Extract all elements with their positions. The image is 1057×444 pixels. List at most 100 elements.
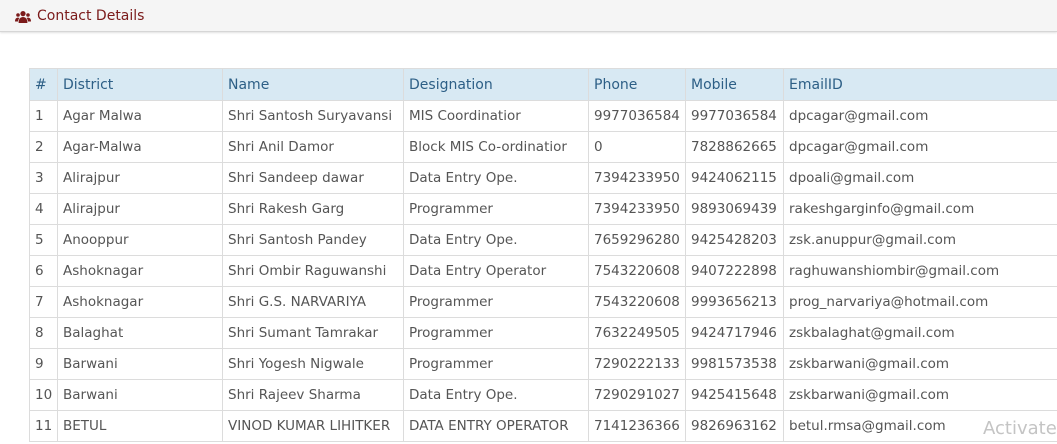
cell-email: zsk.anuppur@gmail.com (783, 224, 1057, 256)
cell-index: 11 (29, 410, 58, 442)
cell-district: Alirajpur (57, 162, 223, 194)
cell-index: 7 (29, 286, 58, 318)
cell-phone: 7543220608 (588, 255, 686, 287)
cell-district: Barwani (57, 379, 223, 411)
cell-mobile: 9981573538 (685, 348, 784, 380)
cell-mobile: 9425428203 (685, 224, 784, 256)
cell-phone: 7632249505 (588, 317, 686, 349)
cell-district: Balaghat (57, 317, 223, 349)
table-row: 8 Balaghat Shri Sumant Tamrakar Programmer 7… (29, 317, 1057, 349)
cell-designation: Block MIS Co-ordinatior (403, 131, 589, 163)
cell-name: Shri Ombir Raguwanshi (222, 255, 404, 287)
cell-index: 2 (29, 131, 58, 163)
cell-designation: Data Entry Ope. (403, 224, 589, 256)
cell-phone: 7290291027 (588, 379, 686, 411)
cell-name: Shri Santosh Suryavansi (222, 100, 404, 132)
table-row: 5 Anooppur Shri Santosh Pandey Data Entry O… (29, 224, 1057, 256)
cell-district: Ashoknagar (57, 286, 223, 318)
cell-district: Alirajpur (57, 193, 223, 225)
cell-name: Shri Yogesh Nigwale (222, 348, 404, 380)
column-header-name: Name (222, 68, 404, 101)
cell-designation: Programmer (403, 193, 589, 225)
panel-title: Contact Details (37, 7, 145, 24)
cell-mobile: 9425415648 (685, 379, 784, 411)
table-row: 6 Ashoknagar Shri Ombir Raguwanshi Data Ent… (29, 255, 1057, 287)
table-row: 3 Alirajpur Shri Sandeep dawar Data Entry O… (29, 162, 1057, 194)
cell-phone: 7141236366 (588, 410, 686, 442)
table-row: 10 Barwani Shri Rajeev Sharma Data Entry Op… (29, 379, 1057, 411)
cell-mobile: 9993656213 (685, 286, 784, 318)
cell-mobile: 7828862665 (685, 131, 784, 163)
cell-index: 6 (29, 255, 58, 287)
cell-email: prog_narvariya@hotmail.com (783, 286, 1057, 318)
column-header-designation: Designation (403, 68, 589, 101)
cell-mobile: 9893069439 (685, 193, 784, 225)
cell-email: dpcagar@gmail.com (783, 100, 1057, 132)
cell-phone: 9977036584 (588, 100, 686, 132)
cell-email: zskbarwani@gmail.com (783, 348, 1057, 380)
cell-phone: 7394233950 (588, 193, 686, 225)
cell-email: raghuwanshiombir@gmail.com (783, 255, 1057, 287)
contact-table-container: # District Name Designation Phone Mobile… (29, 68, 1057, 442)
table-row: 1 Agar Malwa Shri Santosh Suryavansi MIS Co… (29, 100, 1057, 132)
column-header-email: EmailID (783, 68, 1057, 101)
column-header-phone: Phone (588, 68, 686, 101)
cell-designation: DATA ENTRY OPERATOR (403, 410, 589, 442)
cell-designation: MIS Coordinatior (403, 100, 589, 132)
panel-header: Contact Details (0, 0, 1057, 32)
table-row: 11 BETUL VINOD KUMAR LIHITKER DATA ENTRY OP… (29, 410, 1057, 442)
cell-index: 8 (29, 317, 58, 349)
cell-name: Shri Rajeev Sharma (222, 379, 404, 411)
cell-index: 4 (29, 193, 58, 225)
cell-phone: 0 (588, 131, 686, 163)
cell-name: VINOD KUMAR LIHITKER (222, 410, 404, 442)
table-header-row: # District Name Designation Phone Mobile… (29, 68, 1057, 101)
cell-name: Shri G.S. NARVARIYA (222, 286, 404, 318)
cell-designation: Programmer (403, 286, 589, 318)
table-row: 7 Ashoknagar Shri G.S. NARVARIYA Programmer… (29, 286, 1057, 318)
cell-email: rakeshgarginfo@gmail.com (783, 193, 1057, 225)
column-header-index: # (29, 68, 58, 101)
cell-phone: 7659296280 (588, 224, 686, 256)
cell-name: Shri Sumant Tamrakar (222, 317, 404, 349)
cell-index: 1 (29, 100, 58, 132)
cell-index: 9 (29, 348, 58, 380)
column-header-mobile: Mobile (685, 68, 784, 101)
cell-designation: Programmer (403, 348, 589, 380)
cell-designation: Data Entry Operator (403, 255, 589, 287)
cell-email: zskbarwani@gmail.com (783, 379, 1057, 411)
cell-designation: Programmer (403, 317, 589, 349)
cell-district: Ashoknagar (57, 255, 223, 287)
cell-designation: Data Entry Ope. (403, 162, 589, 194)
cell-mobile: 9407222898 (685, 255, 784, 287)
table-body: 1 Agar Malwa Shri Santosh Suryavansi MIS Co… (29, 100, 1057, 442)
cell-mobile: 9977036584 (685, 100, 784, 132)
table-row: 2 Agar-Malwa Shri Anil Damor Block MIS Co-o… (29, 131, 1057, 163)
cell-mobile: 9826963162 (685, 410, 784, 442)
cell-name: Shri Rakesh Garg (222, 193, 404, 225)
column-header-district: District (57, 68, 223, 101)
cell-name: Shri Santosh Pandey (222, 224, 404, 256)
cell-district: Barwani (57, 348, 223, 380)
cell-district: Agar Malwa (57, 100, 223, 132)
cell-email: dpcagar@gmail.com (783, 131, 1057, 163)
cell-phone: 7290222133 (588, 348, 686, 380)
cell-phone: 7394233950 (588, 162, 686, 194)
cell-mobile: 9424717946 (685, 317, 784, 349)
contact-table: # District Name Designation Phone Mobile… (29, 68, 1057, 442)
cell-district: Agar-Malwa (57, 131, 223, 163)
cell-name: Shri Sandeep dawar (222, 162, 404, 194)
cell-designation: Data Entry Ope. (403, 379, 589, 411)
cell-district: BETUL (57, 410, 223, 442)
cell-phone: 7543220608 (588, 286, 686, 318)
cell-index: 3 (29, 162, 58, 194)
table-row: 9 Barwani Shri Yogesh Nigwale Programmer 729… (29, 348, 1057, 380)
cell-index: 5 (29, 224, 58, 256)
cell-index: 10 (29, 379, 58, 411)
table-row: 4 Alirajpur Shri Rakesh Garg Programmer 7394… (29, 193, 1057, 225)
cell-mobile: 9424062115 (685, 162, 784, 194)
activation-watermark: Activate (983, 418, 1057, 439)
users-icon (15, 9, 31, 23)
cell-email: zskbalaghat@gmail.com (783, 317, 1057, 349)
cell-name: Shri Anil Damor (222, 131, 404, 163)
